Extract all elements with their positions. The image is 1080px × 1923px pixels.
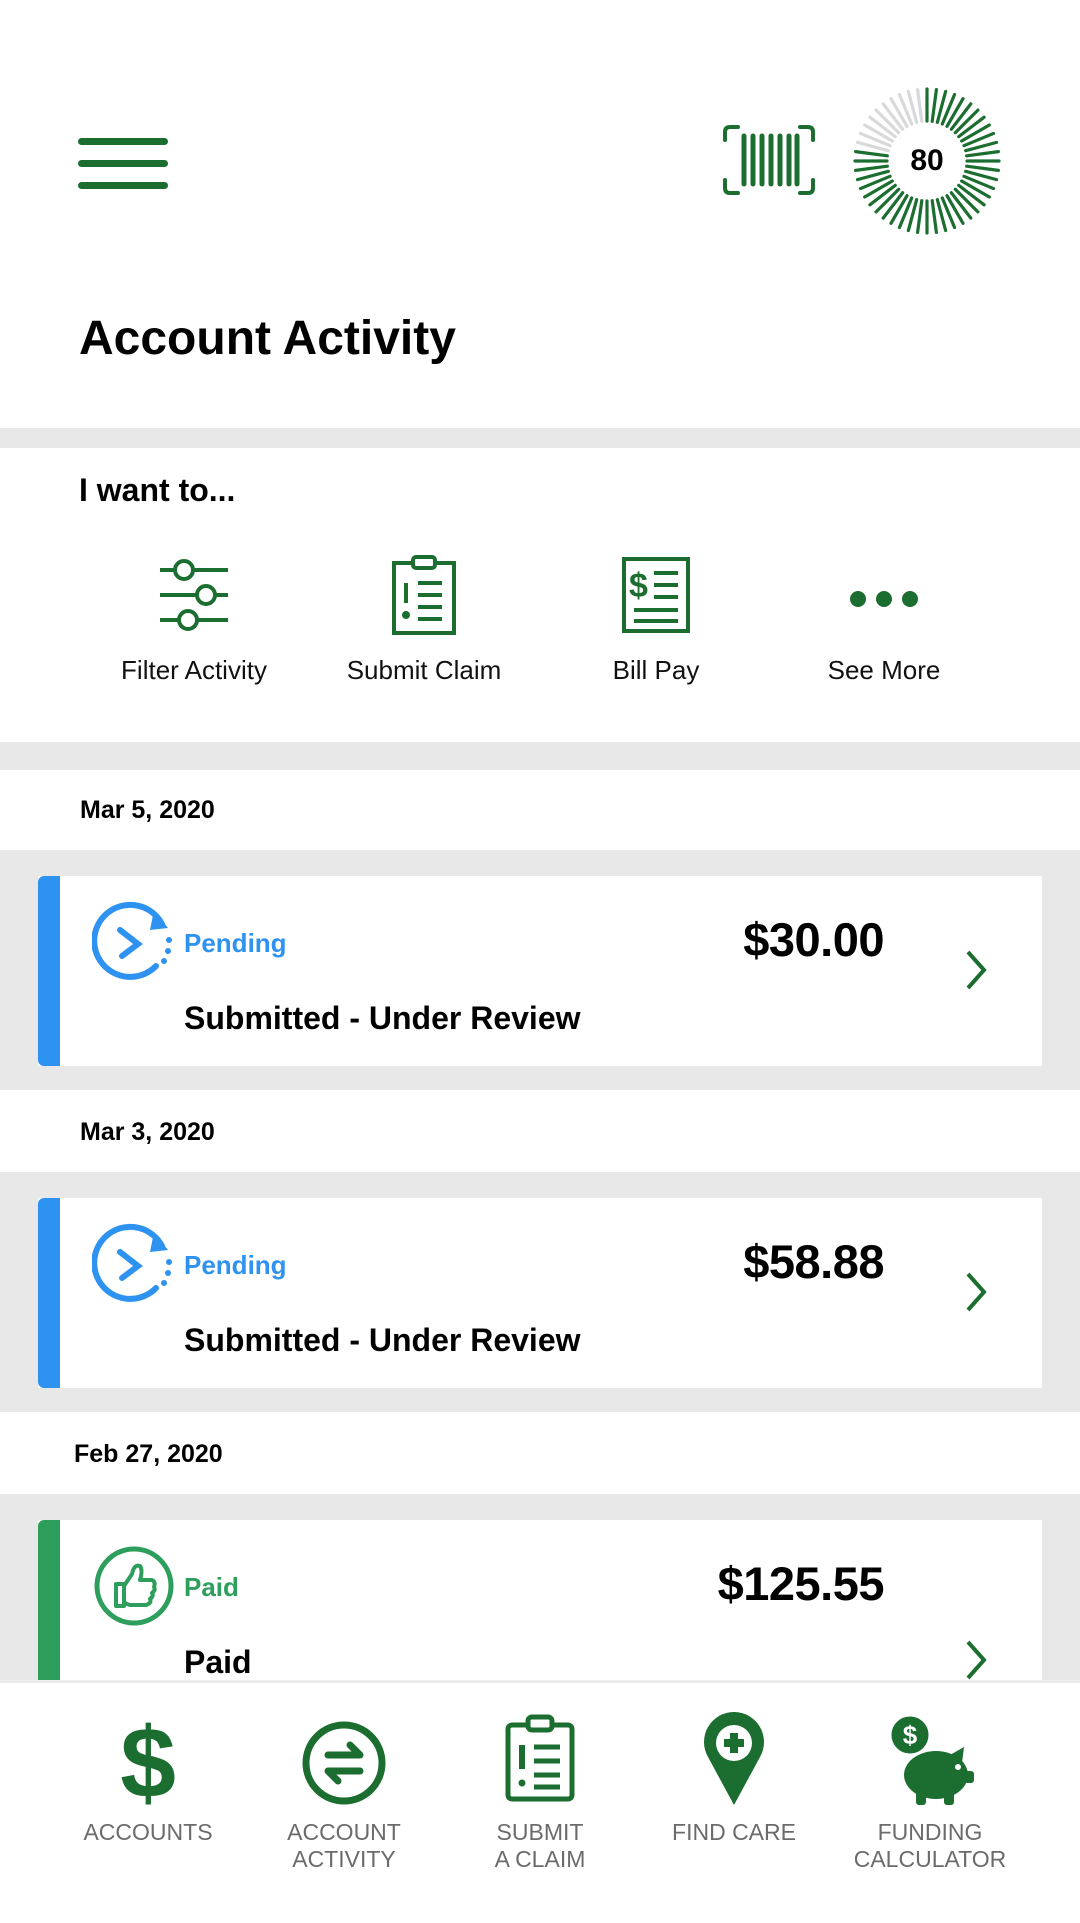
chevron-right-icon (962, 1270, 990, 1314)
nav-label: SUBMIT A CLAIM (494, 1819, 586, 1872)
activity-date: Mar 3, 2020 (80, 1118, 215, 1146)
bottom-nav: $ ACCOUNTS ACCOUNT ACTIVITY SUBMIT A CLA… (0, 1680, 1080, 1923)
pending-clock-icon (92, 900, 176, 984)
activity-description: Submitted - Under Review (184, 1322, 581, 1358)
quick-actions-heading: I want to... (79, 472, 236, 508)
nav-label: FUNDING CALCULATOR (853, 1819, 1007, 1872)
chevron-right-icon (962, 948, 990, 992)
activity-description: Submitted - Under Review (184, 1000, 581, 1036)
more-dots-icon (844, 555, 924, 635)
bill-icon: $ (616, 555, 696, 635)
filter-activity-label: Filter Activity (121, 655, 267, 685)
divider (0, 428, 1080, 448)
submit-claim-button[interactable]: Submit Claim (324, 555, 524, 705)
nav-submit-claim[interactable]: SUBMIT A CLAIM (442, 1711, 638, 1873)
score-value: 80 (910, 144, 944, 177)
nav-account-activity[interactable]: ACCOUNT ACTIVITY (246, 1711, 442, 1873)
amount: $125.55 (717, 1557, 885, 1610)
nav-find-care[interactable]: FIND CARE (636, 1711, 832, 1846)
nav-label: ACCOUNTS (83, 1819, 213, 1845)
svg-text:$: $ (903, 1720, 918, 1750)
see-more-label: See More (827, 655, 941, 685)
status-label: Paid (184, 1572, 239, 1602)
activity-date: Feb 27, 2020 (74, 1440, 223, 1468)
clipboard-icon (384, 555, 464, 635)
bill-pay-label: Bill Pay (612, 655, 700, 685)
nav-funding-calculator[interactable]: $ FUNDING CALCULATOR (832, 1711, 1028, 1873)
chevron-right-icon (962, 1638, 990, 1682)
filter-activity-button[interactable]: Filter Activity (94, 555, 294, 705)
status-label: Pending (184, 928, 287, 958)
status-stripe (38, 876, 60, 1066)
exchange-arrows-icon (296, 1711, 392, 1807)
divider (0, 742, 1080, 770)
submit-claim-label: Submit Claim (346, 655, 502, 685)
activity-card-pending[interactable]: Pending $58.88 Submitted - Under Review (38, 1198, 1042, 1388)
health-score-dial[interactable]: 80 (852, 86, 1002, 236)
activity-description: Paid (184, 1644, 252, 1680)
clipboard-icon (492, 1711, 588, 1807)
amount: $30.00 (743, 913, 884, 966)
activity-date: Mar 5, 2020 (80, 796, 215, 824)
svg-text:$: $ (120, 1711, 176, 1807)
hamburger-menu-icon[interactable] (78, 136, 170, 192)
map-pin-plus-icon (686, 1711, 782, 1807)
bill-pay-button[interactable]: $ Bill Pay (556, 555, 756, 705)
nav-label: ACCOUNT ACTIVITY (287, 1819, 401, 1872)
status-stripe (38, 1198, 60, 1388)
thumbs-up-icon (92, 1544, 176, 1628)
dollar-icon: $ (100, 1711, 196, 1807)
see-more-button[interactable]: See More (784, 555, 984, 705)
piggy-bank-icon: $ (882, 1711, 978, 1807)
activity-card-pending[interactable]: Pending $30.00 Submitted - Under Review (38, 876, 1042, 1066)
amount: $58.88 (743, 1235, 884, 1288)
status-label: Pending (184, 1250, 287, 1280)
svg-text:$: $ (629, 567, 648, 605)
pending-clock-icon (92, 1222, 176, 1306)
page-title: Account Activity (79, 312, 456, 365)
sliders-icon (154, 555, 234, 635)
nav-accounts[interactable]: $ ACCOUNTS (50, 1711, 246, 1846)
nav-label: FIND CARE (672, 1819, 796, 1845)
barcode-scan-icon[interactable] (722, 124, 816, 196)
